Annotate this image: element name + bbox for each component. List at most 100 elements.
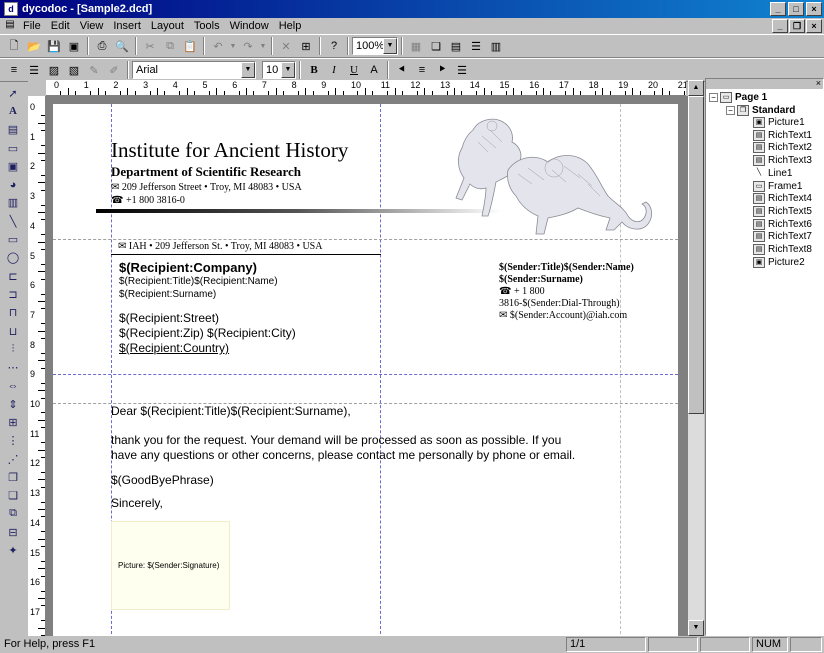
align-right-icon[interactable]: ⯈ — [432, 60, 452, 80]
align-bottom-edges-icon[interactable]: ⊔ — [3, 322, 23, 340]
align-vertical-icon[interactable]: ▥ — [486, 36, 506, 56]
tree-item[interactable]: ▣ Picture2 — [753, 256, 805, 268]
tree-item[interactable]: ▤ RichText2 — [753, 142, 812, 154]
bold-button[interactable]: B — [304, 60, 324, 80]
center-horizontal-icon[interactable]: ⫶ — [3, 340, 23, 358]
tree-item[interactable]: ▤ RichText1 — [753, 129, 812, 141]
signature-frame[interactable]: Picture: $(Sender:Signature) — [111, 521, 230, 610]
center-vertical-icon[interactable]: ⋯ — [3, 358, 23, 376]
sender-surname[interactable]: $(Sender:Surname) — [499, 274, 583, 285]
menu-edit[interactable]: Edit — [46, 20, 75, 32]
line-thick-icon[interactable]: ☰ — [24, 60, 44, 80]
document-canvas[interactable]: Institute for Ancient History Department… — [46, 96, 688, 636]
size-select[interactable]: 10 ▼ — [262, 61, 296, 79]
tree-item[interactable]: ▭ Frame1 — [753, 180, 802, 192]
panel-close-icon[interactable]: × — [816, 78, 821, 88]
underline-button[interactable]: U — [344, 60, 364, 80]
print-icon[interactable]: ⎙ — [92, 36, 112, 56]
ungroup-icon[interactable]: ⊟ — [3, 523, 23, 541]
align-right-edges-icon[interactable]: ⊐ — [3, 285, 23, 303]
rectangle-tool-icon[interactable]: ▭ — [3, 230, 23, 248]
align-center-icon[interactable]: ≡ — [412, 60, 432, 80]
doc-close-button[interactable]: × — [806, 19, 822, 33]
lion-picture[interactable] — [448, 112, 663, 237]
tree-item[interactable]: ▤ RichText8 — [753, 244, 812, 255]
undo-dropdown-icon[interactable]: ▼ — [228, 36, 238, 56]
font-select[interactable]: Arial ▼ — [132, 61, 256, 79]
align-left-icon[interactable]: ⯇ — [392, 60, 412, 80]
save-all-icon[interactable]: ▣ — [64, 36, 84, 56]
menu-layout[interactable]: Layout — [146, 20, 189, 32]
open-icon[interactable]: 📂 — [24, 36, 44, 56]
body-line-1[interactable]: thank you for the request. Your demand w… — [111, 433, 561, 447]
tree-item[interactable]: ▤ RichText4 — [753, 193, 812, 205]
copy-icon[interactable]: ⧉ — [160, 36, 180, 56]
zoom-select[interactable]: 100% ▼ — [352, 37, 398, 55]
size-dropdown-icon[interactable]: ▼ — [281, 62, 295, 78]
scroll-up-icon[interactable]: ▲ — [688, 80, 704, 96]
align-horizontal-icon[interactable]: ☰ — [466, 36, 486, 56]
guide-line[interactable] — [53, 239, 678, 240]
tree-item[interactable]: ╲ Line1 — [753, 168, 793, 179]
tree-item[interactable]: ▤ RichText3 — [753, 155, 812, 167]
justify-icon[interactable]: ☰ — [452, 60, 472, 80]
tree-item[interactable]: ▣ Picture1 — [753, 117, 805, 128]
minimize-button[interactable]: _ — [770, 2, 786, 16]
save-icon[interactable]: 💾 — [44, 36, 64, 56]
new-icon[interactable]: 🗋 — [4, 36, 24, 56]
send-to-back-icon[interactable]: ❏ — [3, 487, 23, 505]
tree-item[interactable]: ▤ RichText6 — [753, 218, 812, 230]
chart-tool-icon[interactable]: ◕ — [3, 175, 23, 193]
maximize-button[interactable]: □ — [788, 2, 804, 16]
line-thin-icon[interactable]: ≡ — [4, 60, 24, 80]
font-color-icon[interactable]: A — [364, 60, 384, 80]
line-tool-icon[interactable]: ╲ — [3, 212, 23, 230]
close-button[interactable]: × — [806, 2, 822, 16]
app-icon[interactable]: d — [4, 2, 18, 16]
italic-button[interactable]: I — [324, 60, 344, 80]
space-down-icon[interactable]: ⋰ — [3, 450, 23, 468]
redo-dropdown-icon[interactable]: ▼ — [258, 36, 268, 56]
bring-front-icon[interactable]: ❏ — [426, 36, 446, 56]
menu-tools[interactable]: Tools — [189, 20, 225, 32]
send-back-icon[interactable]: ▤ — [446, 36, 466, 56]
recipient-street[interactable]: $(Recipient:Street) — [119, 311, 219, 325]
salutation[interactable]: Dear $(Recipient:Title)$(Recipient:Surna… — [111, 404, 351, 418]
institute-phone[interactable]: ☎ +1 800 3816-0 — [111, 195, 185, 206]
brush-icon[interactable]: ✎ — [84, 60, 104, 80]
shade-icon[interactable]: ▧ — [64, 60, 84, 80]
recipient-title-name[interactable]: $(Recipient:Title)$(Recipient:Name) — [119, 276, 278, 287]
recipient-country[interactable]: $(Recipient:Country) — [119, 341, 229, 355]
document-page[interactable]: Institute for Ancient History Department… — [53, 104, 678, 636]
menu-file[interactable]: File — [18, 20, 46, 32]
space-across-icon[interactable]: ⋮ — [3, 432, 23, 450]
barcode-tool-icon[interactable]: ▥ — [3, 194, 23, 212]
goodbye-phrase[interactable]: $(GoodByePhrase) — [111, 473, 214, 487]
department-name[interactable]: Department of Scientific Research — [111, 164, 301, 180]
group-icon[interactable]: ⧉ — [3, 505, 23, 523]
collapse-icon[interactable]: − — [709, 93, 718, 102]
menu-window[interactable]: Window — [225, 20, 274, 32]
guide-line[interactable] — [380, 104, 381, 636]
undo-icon[interactable]: ↶ — [208, 36, 228, 56]
vertical-scrollbar[interactable]: ▲ ▼ — [688, 80, 704, 636]
same-height-icon[interactable]: ⇕ — [3, 395, 23, 413]
recipient-zip-city[interactable]: $(Recipient:Zip) $(Recipient:City) — [119, 326, 296, 340]
institute-address[interactable]: ✉ 209 Jefferson Street • Troy, MI 48083 … — [111, 182, 302, 193]
fill-color-icon[interactable]: ▨ — [44, 60, 64, 80]
tree-page[interactable]: − ▭ Page 1 — [709, 92, 767, 103]
recipient-company[interactable]: $(Recipient:Company) — [119, 260, 257, 275]
properties-icon[interactable]: ⊞ — [296, 36, 316, 56]
font-dropdown-icon[interactable]: ▼ — [241, 62, 255, 78]
tree-item[interactable]: ▤ RichText7 — [753, 231, 812, 243]
header-rule-line[interactable] — [96, 209, 501, 213]
recipient-surname[interactable]: $(Recipient:Surname) — [119, 289, 216, 300]
tree-group[interactable]: − ❐ Standard — [726, 105, 795, 116]
document-icon[interactable]: ▤ — [2, 19, 18, 33]
picture-tool-icon[interactable]: ▣ — [3, 157, 23, 175]
print-preview-icon[interactable]: 🔍 — [112, 36, 132, 56]
ellipse-tool-icon[interactable]: ◯ — [3, 249, 23, 267]
collapse-icon[interactable]: − — [726, 106, 735, 115]
same-width-icon[interactable]: ⇔ — [3, 377, 23, 395]
menu-help[interactable]: Help — [274, 20, 307, 32]
